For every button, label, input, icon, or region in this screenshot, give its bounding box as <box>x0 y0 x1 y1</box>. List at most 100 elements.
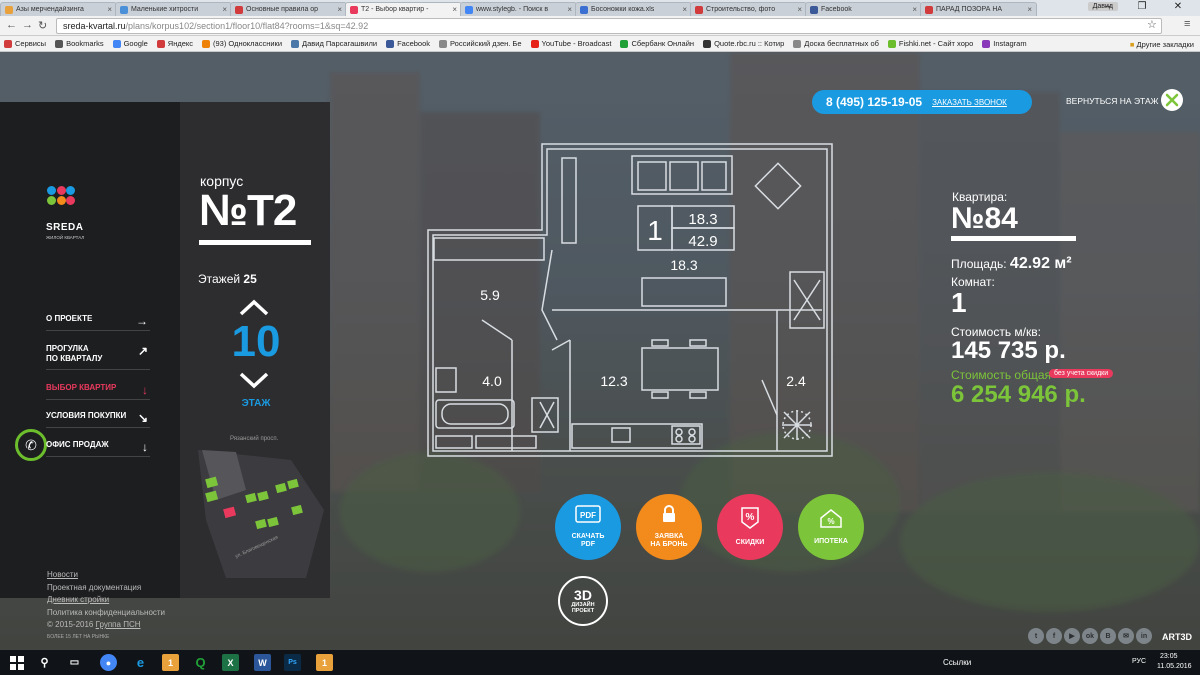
url-input[interactable]: sreda-kvartal.ru/plans/korpus102/section… <box>56 18 1162 34</box>
bookmark-item[interactable]: Яндекс <box>156 39 193 48</box>
tab-close-icon[interactable]: × <box>682 5 687 14</box>
bookmark-item[interactable]: Доска бесплатных об <box>793 39 879 48</box>
logo-text[interactable]: SREDA <box>46 222 84 233</box>
app-1c-icon[interactable]: 1 <box>316 654 333 671</box>
clock-time[interactable]: 23:05 <box>1160 653 1178 660</box>
bookmark-item[interactable]: Quote.rbc.ru :: Котир <box>703 39 784 48</box>
search-icon[interactable]: ⚲ <box>36 654 53 671</box>
tab-close-icon[interactable]: × <box>222 5 227 14</box>
tab-close-icon[interactable]: × <box>567 5 572 14</box>
menu-item[interactable]: О ПРОЕКТЕ → <box>46 314 150 331</box>
footer-link[interactable]: Дневник стройки <box>47 594 165 607</box>
browser-tab[interactable]: T2 - Выбор квартир - × <box>345 2 462 16</box>
bookmark-item[interactable]: Давид Парсагашвили <box>291 39 377 48</box>
browser-tab[interactable]: Facebook × <box>805 2 922 16</box>
bookmark-item[interactable]: YouTube - Broadcast <box>530 39 611 48</box>
minimize-icon[interactable]: – <box>1096 1 1120 12</box>
mini-map[interactable]: ул. Благовещенская <box>196 450 326 580</box>
browser-tab[interactable]: www.stylegb. - Поиск в × <box>460 2 577 16</box>
bookmark-favicon-icon <box>887 39 896 48</box>
menu-item[interactable]: ВЫБОР КВАРТИР ↓ <box>46 383 150 400</box>
forward-arrow-icon[interactable]: → <box>22 19 33 31</box>
plan-armchair <box>754 162 802 210</box>
photoshop-icon[interactable]: Ps <box>284 654 301 671</box>
window-close-icon[interactable]: ✕ <box>1166 1 1190 12</box>
browser-tab[interactable]: Строительство, фото × <box>690 2 807 16</box>
bookmark-item[interactable]: Bookmarks <box>55 39 104 48</box>
footer-link[interactable]: Новости <box>47 569 165 582</box>
clock-date[interactable]: 11.05.2016 <box>1157 663 1192 670</box>
bookmark-item[interactable]: Facebook <box>386 39 430 48</box>
floor-up-chevron-icon[interactable] <box>238 298 270 318</box>
social-icon[interactable]: ✉ <box>1118 628 1134 644</box>
chrome-icon[interactable]: ● <box>100 654 117 671</box>
tab-close-icon[interactable]: × <box>107 5 112 14</box>
bookmark-item[interactable]: Российский дзен. Бе <box>439 39 522 48</box>
tab-close-icon[interactable]: × <box>452 5 457 14</box>
tab-close-icon[interactable]: × <box>797 5 802 14</box>
windows-start-icon[interactable] <box>8 654 25 671</box>
phone-call-button[interactable]: ✆ <box>15 429 47 461</box>
mortgage-button[interactable]: % ИПОТЕКА <box>798 494 864 560</box>
footer-link[interactable]: Политика конфиденциальности <box>47 607 165 620</box>
tab-close-icon[interactable]: × <box>1027 5 1032 14</box>
social-icons: t f ▶ ok В ✉ in <box>1028 628 1154 644</box>
reload-icon[interactable]: ↻ <box>38 19 47 32</box>
social-icon[interactable]: in <box>1136 628 1152 644</box>
bookmark-item[interactable]: Сервисы <box>4 39 46 48</box>
tab-close-icon[interactable]: × <box>912 5 917 14</box>
social-icon[interactable]: ok <box>1082 628 1098 644</box>
bookmark-item[interactable]: Instagram <box>982 39 1027 48</box>
social-icon[interactable]: t <box>1028 628 1044 644</box>
input-language[interactable]: РУС <box>1132 658 1146 665</box>
quik-icon[interactable]: Q <box>192 654 209 671</box>
browser-tab[interactable]: Босоножки кожа.xls × <box>575 2 692 16</box>
back-arrow-icon[interactable]: ← <box>6 19 17 31</box>
total-price-value: 6 254 946 р. <box>951 381 1086 408</box>
browser-tab[interactable]: Основные правила ор × <box>230 2 347 16</box>
social-icon[interactable]: ▶ <box>1064 628 1080 644</box>
discounts-button[interactable]: % СКИДКИ <box>717 494 783 560</box>
bookmark-item[interactable]: Fishki.net - Сайт хоро <box>887 39 973 48</box>
social-icon[interactable]: f <box>1046 628 1062 644</box>
bookmark-item[interactable]: (93) Одноклассники <box>202 39 282 48</box>
ie-icon[interactable]: e <box>132 654 149 671</box>
tab-favicon-icon <box>465 5 473 14</box>
percent-badge-icon: % <box>740 507 760 534</box>
bookmark-star-icon[interactable]: ☆ <box>1147 18 1157 31</box>
browser-tab[interactable]: ПАРАД ПОЗОРА НА × <box>920 2 1037 16</box>
close-button[interactable] <box>1161 89 1183 111</box>
plan-toilet-mark <box>539 401 555 429</box>
app-1c-icon[interactable]: 1 <box>162 654 179 671</box>
back-to-floor-link[interactable]: ВЕРНУТЬСЯ НА ЭТАЖ <box>1066 96 1158 106</box>
menu-item[interactable]: ПРОГУЛКА ПО КВАРТАЛУ ↗ <box>46 344 150 371</box>
callback-link[interactable]: ЗАКАЗАТЬ ЗВОНОК <box>932 98 1007 107</box>
browser-tab[interactable]: Маленькие хитрости × <box>115 2 232 16</box>
bookmark-item[interactable]: Google <box>112 39 148 48</box>
menu-item[interactable]: ОФИС ПРОДАЖ ↓ <box>46 440 150 457</box>
phone-number[interactable]: 8 (495) 125-19-05 <box>826 95 922 109</box>
download-pdf-button[interactable]: PDF СКАЧАТЬ PDF <box>555 494 621 560</box>
excel-icon[interactable]: X <box>222 654 239 671</box>
area-label: Площадь: <box>951 257 1007 271</box>
taskbar-links[interactable]: Ссылки <box>943 658 971 667</box>
copyright-link[interactable]: Группа ПСН <box>96 620 141 629</box>
plan-tv-stand <box>641 277 727 307</box>
other-bookmarks[interactable]: ■ Другие закладки <box>1130 40 1194 49</box>
copyright-text: © 2015-2016 <box>47 620 94 629</box>
design-3d-button[interactable]: 3D ДИЗАЙН ПРОЕКТ <box>558 576 608 626</box>
tab-close-icon[interactable]: × <box>337 5 342 14</box>
phone-pill[interactable]: 8 (495) 125-19-05 ЗАКАЗАТЬ ЗВОНОК <box>812 90 1032 114</box>
maximize-icon[interactable]: ❐ <box>1130 1 1154 12</box>
footer-link[interactable]: Проектная документация <box>47 582 165 595</box>
bookmark-item[interactable]: Сбербанк Онлайн <box>620 39 694 48</box>
floor-down-chevron-icon[interactable] <box>238 370 270 390</box>
social-icon[interactable]: В <box>1100 628 1116 644</box>
menu-item[interactable]: УСЛОВИЯ ПОКУПКИ ↘ <box>46 411 150 428</box>
browser-tab[interactable]: Азы мерчендайзинга × <box>0 2 117 16</box>
browser-menu-icon[interactable]: ≡ <box>1184 18 1190 30</box>
reserve-request-button[interactable]: ЗАЯВКА НА БРОНЬ <box>636 494 702 560</box>
art3d-brand[interactable]: ART3D <box>1162 632 1192 642</box>
word-icon[interactable]: W <box>254 654 271 671</box>
task-view-icon[interactable]: ▭ <box>66 654 83 671</box>
